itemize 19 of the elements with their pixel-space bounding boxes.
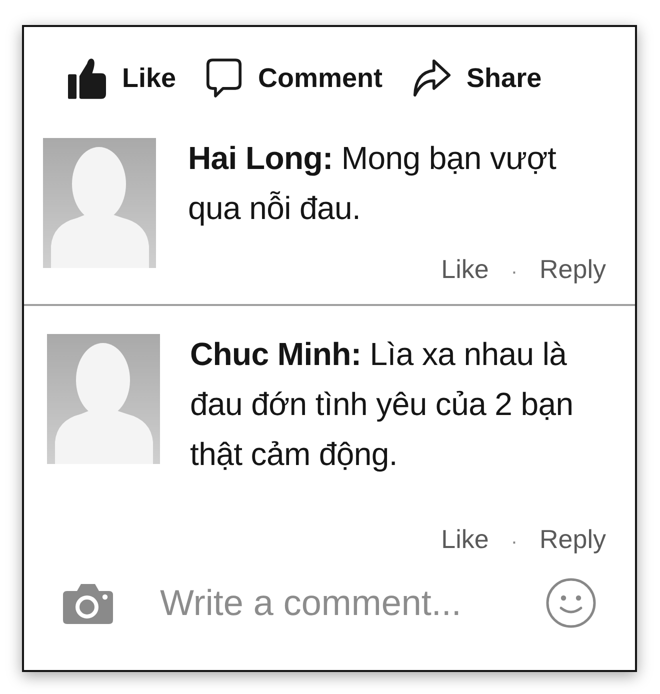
avatar-icon (43, 138, 156, 268)
avatar-icon (47, 334, 160, 464)
like-link[interactable]: Like (441, 249, 489, 289)
reply-link[interactable]: Reply (540, 249, 606, 289)
thumbs-up-icon (68, 57, 106, 99)
share-icon (412, 59, 451, 97)
separator-dot: · (510, 260, 518, 285)
post-action-button[interactable]: Share (412, 59, 542, 97)
camera-icon[interactable] (63, 582, 113, 624)
speech-bubble-icon (206, 58, 242, 98)
separator-dot: · (510, 530, 518, 555)
like-link[interactable]: Like (441, 519, 489, 559)
comment-text: Hai Long: Mong bạn vượt qua nỗi đau. (188, 139, 558, 228)
comment-input-field[interactable]: Write a comment... (160, 582, 530, 624)
reply-link[interactable]: Reply (540, 519, 606, 559)
emoji-icon[interactable] (546, 578, 596, 628)
post-action-button[interactable]: Like (68, 57, 176, 99)
post-action-button[interactable]: Comment (206, 58, 383, 98)
comment-text: Chuc Minh: Lìa xa nhau là đau đớn tình yêu của 2 bạn thật cảm động. (190, 335, 574, 474)
